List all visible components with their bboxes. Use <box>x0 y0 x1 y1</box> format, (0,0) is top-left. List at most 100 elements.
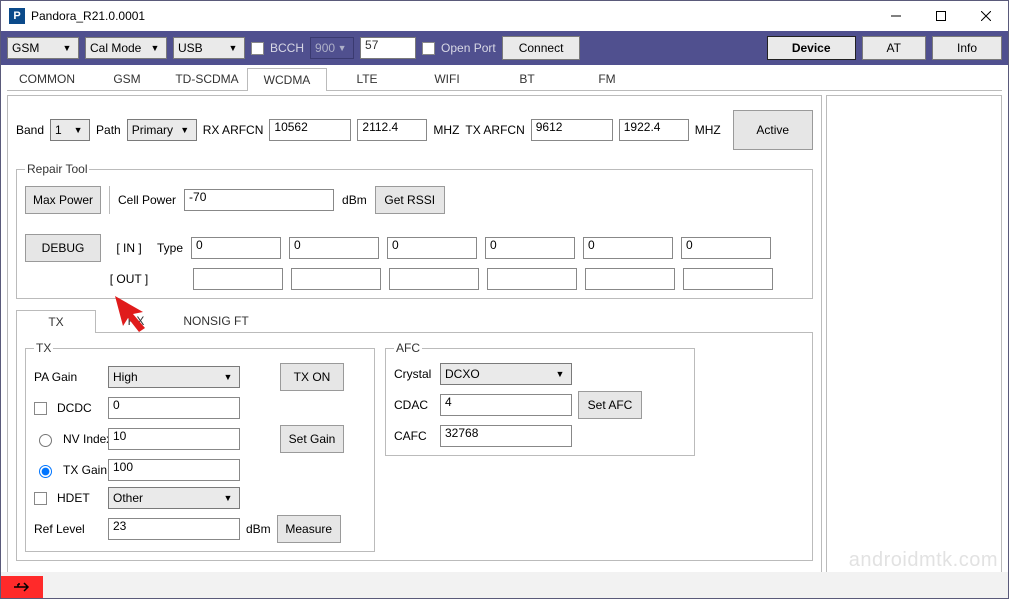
band-label: Band <box>16 123 44 137</box>
debug-button[interactable]: DEBUG <box>25 234 101 262</box>
cafc-label: CAFC <box>394 429 434 443</box>
cellpower-input[interactable]: -70 <box>184 189 334 211</box>
in-0[interactable]: 0 <box>191 237 281 259</box>
afc-fieldset: AFC Crystal DCXO▼ CDAC 4 Set AFC CAFC 32… <box>385 341 695 456</box>
connect-button[interactable]: Connect <box>502 36 581 60</box>
right-panel <box>826 95 1002 597</box>
dcdc-input[interactable]: 0 <box>108 397 240 419</box>
bcch-checkbox[interactable] <box>251 42 264 55</box>
txgain-radio[interactable] <box>39 465 52 478</box>
subtab-rx[interactable]: RX <box>96 309 176 332</box>
path-select[interactable]: Primary▼ <box>127 119 197 141</box>
at-button[interactable]: AT <box>862 36 926 60</box>
tab-gsm[interactable]: GSM <box>87 67 167 90</box>
toolbar: GSM▼ Cal Mode▼ USB▼ BCCH 900▼ 57 Open Po… <box>1 31 1008 65</box>
bcch-label: BCCH <box>270 41 304 55</box>
hdet-checkbox[interactable] <box>34 492 47 505</box>
txgain-input[interactable]: 100 <box>108 459 240 481</box>
measure-button[interactable]: Measure <box>277 515 341 543</box>
out-0[interactable] <box>193 268 283 290</box>
rxarfcn-input[interactable]: 10562 <box>269 119 351 141</box>
tx-fieldset: TX PA Gain High▼ TX ON DCDC 0 NV Index 1… <box>25 341 375 552</box>
in-1[interactable]: 0 <box>289 237 379 259</box>
left-panel: Band 1▼ Path Primary▼ RX ARFCN 10562 211… <box>7 95 822 597</box>
tab-lte[interactable]: LTE <box>327 67 407 90</box>
nvindex-radio[interactable] <box>39 434 52 447</box>
crystal-select[interactable]: DCXO▼ <box>440 363 572 385</box>
app-icon: P <box>9 8 25 24</box>
tab-bt[interactable]: BT <box>487 67 567 90</box>
mode1-select[interactable]: GSM▼ <box>7 37 79 59</box>
band-select[interactable]: 1▼ <box>50 119 90 141</box>
path-label: Path <box>96 123 121 137</box>
reflevel-label: Ref Level <box>34 522 102 536</box>
maxpower-button[interactable]: Max Power <box>25 186 101 214</box>
tab-wifi[interactable]: WIFI <box>407 67 487 90</box>
maximize-button[interactable] <box>918 1 963 31</box>
setafc-button[interactable]: Set AFC <box>578 391 642 419</box>
afc-legend: AFC <box>394 341 422 355</box>
device-button[interactable]: Device <box>767 36 856 60</box>
window-title: Pandora_R21.0.0001 <box>31 9 873 23</box>
repair-legend: Repair Tool <box>25 162 89 176</box>
out-3[interactable] <box>487 268 577 290</box>
dcdc-label: DCDC <box>57 401 92 415</box>
getrssi-button[interactable]: Get RSSI <box>375 186 445 214</box>
cellpower-label: Cell Power <box>118 193 176 207</box>
tab-tdscdma[interactable]: TD-SCDMA <box>167 67 247 90</box>
txarfcn-input[interactable]: 9612 <box>531 119 613 141</box>
hdet-label: HDET <box>57 491 90 505</box>
reflevel-input[interactable]: 23 <box>108 518 240 540</box>
setgain-button[interactable]: Set Gain <box>280 425 344 453</box>
close-button[interactable] <box>963 1 1008 31</box>
tab-fm[interactable]: FM <box>567 67 647 90</box>
main-tabs: COMMON GSM TD-SCDMA WCDMA LTE WIFI BT FM <box>7 67 1002 91</box>
in-4[interactable]: 0 <box>583 237 673 259</box>
cafc-input[interactable]: 32768 <box>440 425 572 447</box>
txgain-label: TX Gain <box>63 463 107 477</box>
out-1[interactable] <box>291 268 381 290</box>
mhz-label-1: MHZ <box>433 123 459 137</box>
status-bar <box>1 572 1008 598</box>
nvindex-input[interactable]: 10 <box>108 428 240 450</box>
mode2-select[interactable]: Cal Mode▼ <box>85 37 167 59</box>
tab-common[interactable]: COMMON <box>7 67 87 90</box>
mhz-label-2: MHZ <box>695 123 721 137</box>
openport-label: Open Port <box>441 41 496 55</box>
bcch-ch-input[interactable]: 57 <box>360 37 416 59</box>
bcch-band-select[interactable]: 900▼ <box>310 37 354 59</box>
out-2[interactable] <box>389 268 479 290</box>
type-label: Type <box>157 241 183 255</box>
txarfcn-label: TX ARFCN <box>465 123 524 137</box>
in-2[interactable]: 0 <box>387 237 477 259</box>
cdac-input[interactable]: 4 <box>440 394 572 416</box>
crystal-label: Crystal <box>394 367 434 381</box>
subtab-tx[interactable]: TX <box>16 310 96 333</box>
openport-checkbox[interactable] <box>422 42 435 55</box>
pagain-select[interactable]: High▼ <box>108 366 240 388</box>
dbm-label-1: dBm <box>342 193 367 207</box>
conn-select[interactable]: USB▼ <box>173 37 245 59</box>
txon-button[interactable]: TX ON <box>280 363 344 391</box>
pagain-label: PA Gain <box>34 370 102 384</box>
subtab-nonsigft[interactable]: NONSIG FT <box>176 309 256 332</box>
info-button[interactable]: Info <box>932 36 1002 60</box>
out-label: [ OUT ] <box>109 272 149 286</box>
cdac-label: CDAC <box>394 398 434 412</box>
txmhz-input[interactable]: 1922.4 <box>619 119 689 141</box>
in-3[interactable]: 0 <box>485 237 575 259</box>
out-5[interactable] <box>683 268 773 290</box>
rxmhz-input[interactable]: 2112.4 <box>357 119 427 141</box>
nvindex-label: NV Index <box>63 432 112 446</box>
tab-wcdma[interactable]: WCDMA <box>247 68 327 91</box>
dcdc-checkbox[interactable] <box>34 402 47 415</box>
title-bar: P Pandora_R21.0.0001 <box>1 1 1008 31</box>
active-button[interactable]: Active <box>733 110 813 150</box>
minimize-button[interactable] <box>873 1 918 31</box>
in-label: [ IN ] <box>109 241 149 255</box>
in-5[interactable]: 0 <box>681 237 771 259</box>
dbm-label-2: dBm <box>246 522 271 536</box>
usb-status-icon <box>1 576 43 598</box>
out-4[interactable] <box>585 268 675 290</box>
hdet-select[interactable]: Other▼ <box>108 487 240 509</box>
